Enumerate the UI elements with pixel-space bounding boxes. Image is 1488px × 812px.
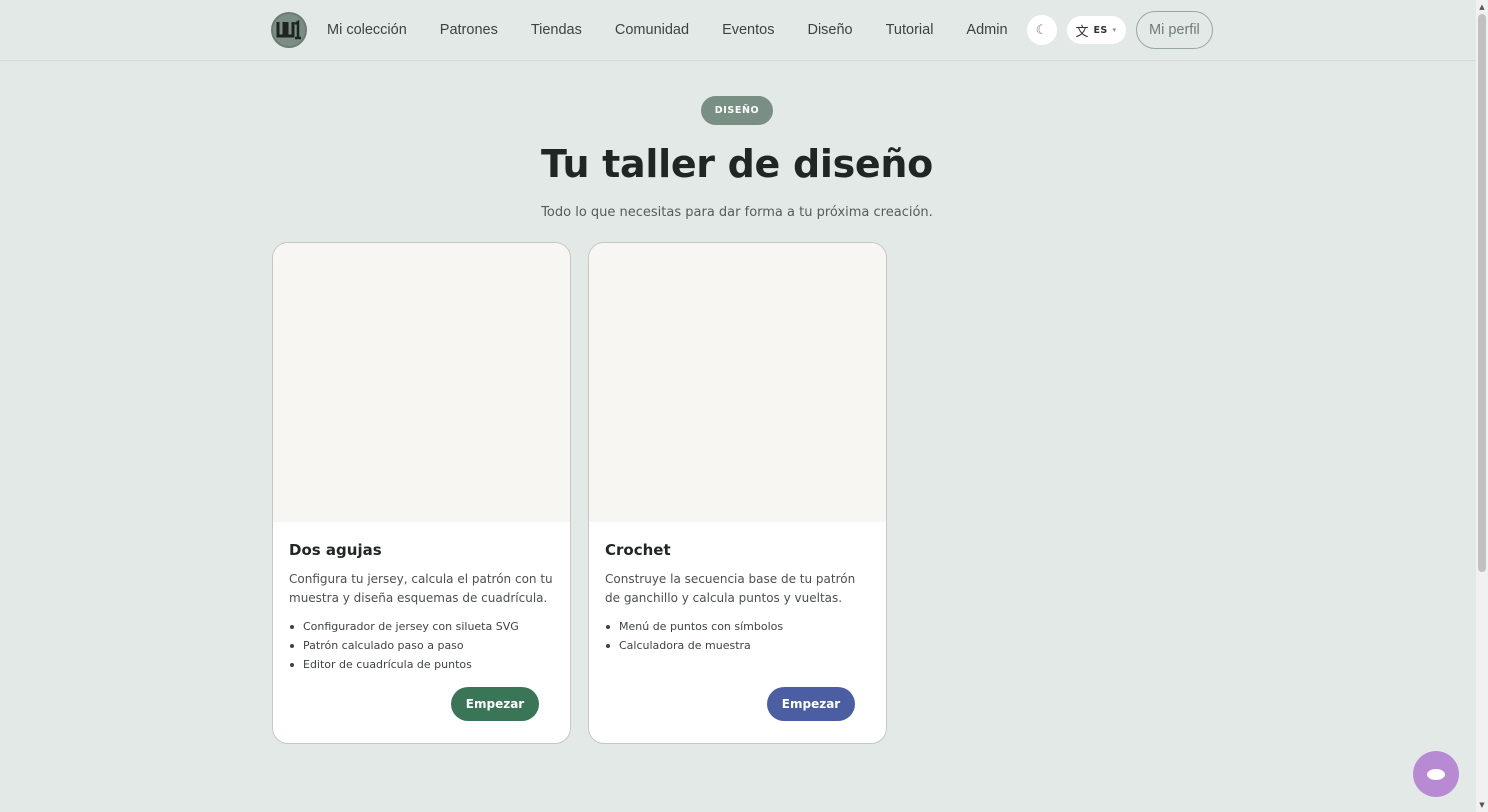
card-feature-item: Configurador de jersey con silueta SVG [289,617,554,636]
page: Mi colección Patrones Tiendas Comunidad … [0,0,1488,812]
card-feature-list: Configurador de jersey con silueta SVG P… [289,617,554,674]
top-navigation-bar: Mi colección Patrones Tiendas Comunidad … [0,0,1476,61]
moon-icon: ☾ [1035,22,1048,38]
chat-button[interactable] [1413,751,1459,797]
card-body: Dos agujas Configura tu jersey, calcula … [273,522,570,674]
card-feature-item: Menú de puntos con símbolos [605,617,870,636]
card-feature-item: Calculadora de muestra [605,636,870,655]
card-illustration-placeholder [589,243,886,522]
theme-toggle-button[interactable]: ☾ [1026,15,1057,45]
card-body: Crochet Construye la secuencia base de t… [589,522,886,655]
card-feature-item: Editor de cuadrícula de puntos [289,655,554,674]
nav-link-mi-coleccion[interactable]: Mi colección [327,22,407,38]
scroll-down-arrow-icon[interactable]: ▼ [1476,799,1488,811]
language-code: ES [1093,24,1108,36]
card-feature-list: Menú de puntos con símbolos Calculadora … [605,617,870,655]
card-title: Dos agujas [289,541,382,559]
nav-link-comunidad[interactable]: Comunidad [615,22,689,38]
main-nav: Mi colección Patrones Tiendas Comunidad … [271,11,1213,49]
card-description: Construye la secuencia base de tu patrón… [605,572,856,605]
translate-icon: 文 [1075,24,1089,40]
vertical-scrollbar[interactable]: ▲ ▼ [1476,0,1488,812]
nav-link-eventos[interactable]: Eventos [722,22,774,38]
yarn-logo-icon[interactable] [271,12,307,48]
card-description: Configura tu jersey, calcula el patrón c… [289,572,553,605]
section-badge: DISEÑO [701,96,773,125]
start-button-crochet[interactable]: Empezar [767,687,855,721]
nav-link-admin[interactable]: Admin [966,22,1007,38]
chevron-down-icon: ▾ [1112,26,1116,34]
scrollbar-thumb[interactable] [1478,14,1486,572]
scroll-up-arrow-icon[interactable]: ▲ [1476,1,1488,13]
design-card-dos-agujas: Dos agujas Configura tu jersey, calcula … [272,242,571,744]
nav-link-tutorial[interactable]: Tutorial [886,22,934,38]
card-title: Crochet [605,541,671,559]
nav-link-tiendas[interactable]: Tiendas [531,22,582,38]
page-title: Tu taller de diseño [541,142,933,186]
design-card-crochet: Crochet Construye la secuencia base de t… [588,242,887,744]
start-button-dos-agujas[interactable]: Empezar [451,687,539,721]
card-feature-item: Patrón calculado paso a paso [289,636,554,655]
language-selector[interactable]: 文 ES ▾ [1066,16,1126,44]
page-subtitle: Todo lo que necesitas para dar forma a t… [541,205,933,220]
nav-link-patrones[interactable]: Patrones [440,22,498,38]
card-illustration-placeholder [273,243,570,522]
chat-bubble-icon [1427,768,1445,780]
profile-button[interactable]: Mi perfil [1136,11,1213,49]
nav-link-diseno[interactable]: Diseño [807,22,852,38]
